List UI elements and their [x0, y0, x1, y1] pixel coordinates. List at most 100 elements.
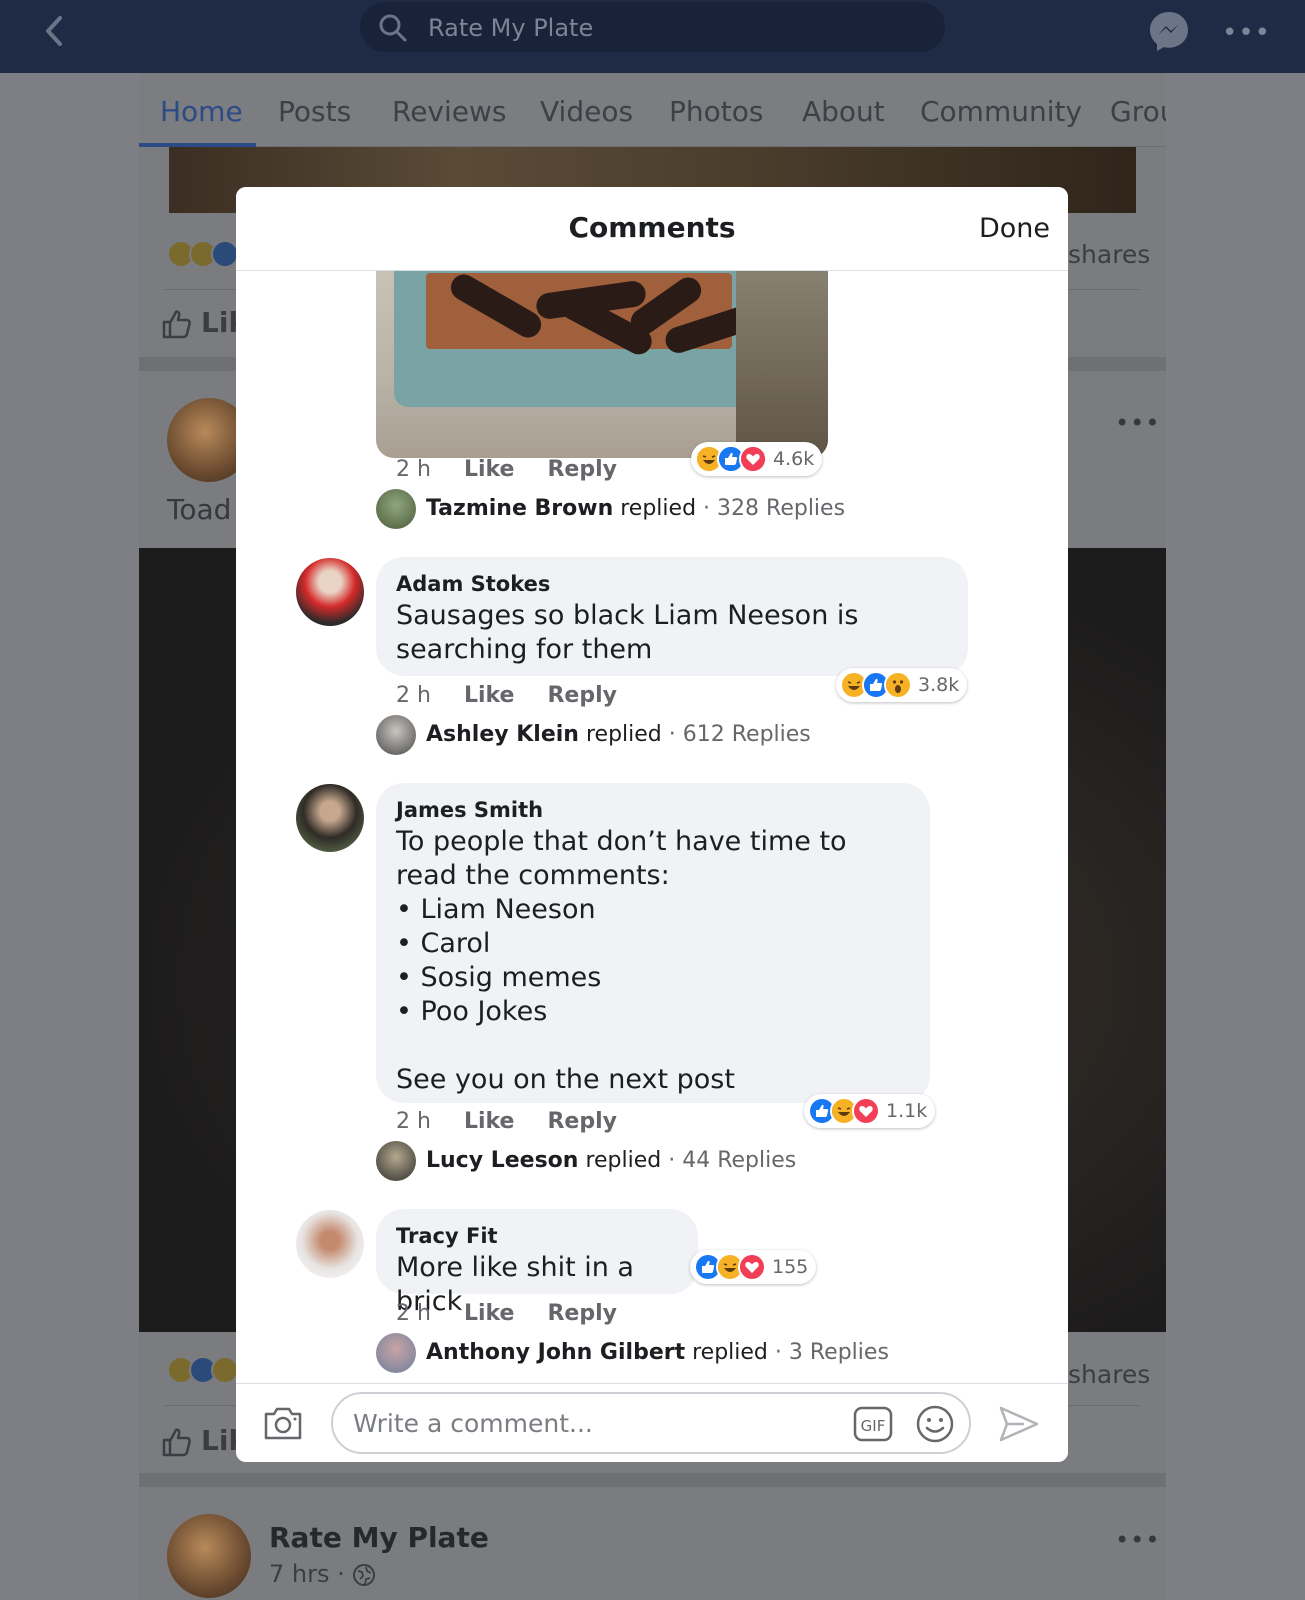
comment-bubble: Tracy Fit More like shit in a brick — [376, 1209, 698, 1317]
like-button[interactable]: Like — [464, 1301, 515, 1326]
reply-count: · 3 Replies — [774, 1340, 889, 1365]
like-button[interactable]: Lik — [161, 306, 247, 340]
like-button[interactable]: Like — [464, 1109, 515, 1134]
reply-button[interactable]: Reply — [547, 1301, 617, 1326]
done-button[interactable]: Done — [979, 213, 1050, 244]
comment-thread[interactable]: 2 h Like Reply 4.6k Tazmine Brown replie… — [236, 271, 1068, 1381]
tab-videos[interactable]: Videos — [540, 95, 633, 128]
like-button-2[interactable]: Lik — [161, 1424, 247, 1458]
send-icon[interactable] — [998, 1404, 1040, 1444]
comment-author[interactable]: James Smith — [396, 795, 910, 825]
reply-count: · 44 Replies — [668, 1148, 797, 1173]
comment-bubble: James Smith To people that don’t have ti… — [376, 783, 930, 1103]
gif-icon[interactable]: GIF — [853, 1406, 893, 1442]
camera-icon[interactable] — [262, 1404, 304, 1442]
wow-icon — [884, 671, 912, 699]
comment-bubble: Adam Stokes Sausages so black Liam Neeso… — [376, 557, 968, 676]
messenger-icon[interactable] — [1147, 9, 1191, 53]
replies-link[interactable]: Ashley Klein replied · 612 Replies — [426, 722, 811, 747]
comment-text: Sausages so black Liam Neeson is searchi… — [396, 600, 859, 665]
replied-word: replied — [620, 496, 697, 521]
comment-time: 2 h — [396, 683, 431, 708]
post-author[interactable]: Rate My Plate — [269, 1521, 489, 1554]
reaction-pill[interactable]: 4.6k — [691, 442, 823, 476]
reaction-pill[interactable]: 3.8k — [836, 668, 968, 702]
comment-photo[interactable] — [376, 271, 828, 458]
love-icon — [738, 1253, 766, 1281]
comment-actions: 2 h Like Reply — [396, 683, 643, 708]
comment-text: To people that don’t have time to read t… — [396, 826, 847, 1095]
post-more-icon[interactable]: ••• — [1115, 409, 1160, 437]
tab-community[interactable]: Community — [920, 95, 1082, 128]
tab-groups[interactable]: Grou — [1110, 95, 1166, 128]
replier-name: Ashley Klein — [426, 722, 579, 747]
replier-avatar[interactable] — [376, 489, 416, 529]
comment-composer: GIF — [236, 1383, 1068, 1462]
comment-actions: 2 h Like Reply — [396, 1301, 643, 1326]
comment-input[interactable] — [353, 1406, 833, 1440]
tab-photos[interactable]: Photos — [669, 95, 763, 128]
comment-author[interactable]: Adam Stokes — [396, 569, 948, 599]
comments-dialog: Comments Done 2 h Like Reply 4.6k Tazmin… — [236, 187, 1068, 1462]
comment-avatar[interactable] — [296, 1210, 364, 1278]
dialog-header: Comments Done — [236, 187, 1068, 271]
tab-home[interactable]: Home — [160, 95, 243, 128]
top-bar: Rate My Plate ••• — [0, 0, 1305, 73]
post-more-icon-2[interactable]: ••• — [1115, 1526, 1160, 1554]
post-meta: 7 hrs · — [269, 1560, 376, 1588]
replier-avatar[interactable] — [376, 715, 416, 755]
more-icon[interactable]: ••• — [1222, 18, 1271, 48]
comment-avatar[interactable] — [296, 558, 364, 626]
comment-time: 2 h — [396, 1109, 431, 1134]
search-bar[interactable]: Rate My Plate — [360, 2, 945, 52]
like-button[interactable]: Like — [464, 683, 515, 708]
reaction-count: 3.8k — [918, 674, 960, 696]
post-text: Toad — [167, 493, 232, 526]
page-avatar-2[interactable] — [167, 1514, 251, 1598]
reaction-pill[interactable]: 1.1k — [804, 1094, 936, 1128]
reaction-count: 1.1k — [886, 1100, 928, 1122]
emoji-icon[interactable] — [915, 1404, 955, 1444]
page-tabs: Home Posts Reviews Videos Photos About C… — [139, 73, 1166, 147]
reply-button[interactable]: Reply — [547, 457, 617, 482]
replier-name: Lucy Leeson — [426, 1148, 579, 1173]
reply-count: · 612 Replies — [668, 722, 811, 747]
comment-input-box[interactable]: GIF — [331, 1392, 971, 1454]
tab-about[interactable]: About — [802, 95, 885, 128]
love-icon — [739, 445, 767, 473]
thumb-icon — [162, 1428, 191, 1457]
replier-avatar[interactable] — [376, 1141, 416, 1181]
comment-author[interactable]: Tracy Fit — [396, 1221, 678, 1251]
search-icon — [379, 14, 407, 42]
replier-name: Anthony John Gilbert — [426, 1340, 686, 1365]
reaction-pill[interactable]: 155 — [690, 1250, 817, 1284]
globe-icon — [353, 1564, 376, 1586]
replies-link[interactable]: Lucy Leeson replied · 44 Replies — [426, 1148, 796, 1173]
replied-word: replied — [585, 1148, 662, 1173]
comment-time: 2 h — [396, 1301, 431, 1326]
reaction-count: 4.6k — [773, 448, 815, 470]
comment-actions: 2 h Like Reply — [396, 457, 643, 482]
shares-count-2: shares — [1068, 1360, 1151, 1389]
reaction-count: 155 — [772, 1256, 809, 1278]
search-text: Rate My Plate — [428, 14, 594, 42]
reply-button[interactable]: Reply — [547, 1109, 617, 1134]
replied-word: replied — [692, 1340, 768, 1365]
reaction-summary — [167, 240, 239, 270]
reply-count: · 328 Replies — [703, 496, 846, 521]
tab-reviews[interactable]: Reviews — [392, 95, 507, 128]
like-button[interactable]: Like — [464, 457, 515, 482]
replies-link[interactable]: Tazmine Brown replied · 328 Replies — [426, 496, 845, 521]
tab-posts[interactable]: Posts — [278, 95, 351, 128]
reply-button[interactable]: Reply — [547, 683, 617, 708]
love-icon — [852, 1097, 880, 1125]
comment-avatar[interactable] — [296, 784, 364, 852]
comment-actions: 2 h Like Reply — [396, 1109, 643, 1134]
replies-link[interactable]: Anthony John Gilbert replied · 3 Replies — [426, 1340, 889, 1365]
replier-avatar[interactable] — [376, 1333, 416, 1373]
thumb-icon — [162, 310, 191, 339]
comment-time: 2 h — [396, 457, 431, 482]
reaction-summary-2 — [167, 1356, 239, 1386]
replied-word: replied — [585, 722, 662, 747]
back-icon[interactable] — [40, 14, 70, 48]
